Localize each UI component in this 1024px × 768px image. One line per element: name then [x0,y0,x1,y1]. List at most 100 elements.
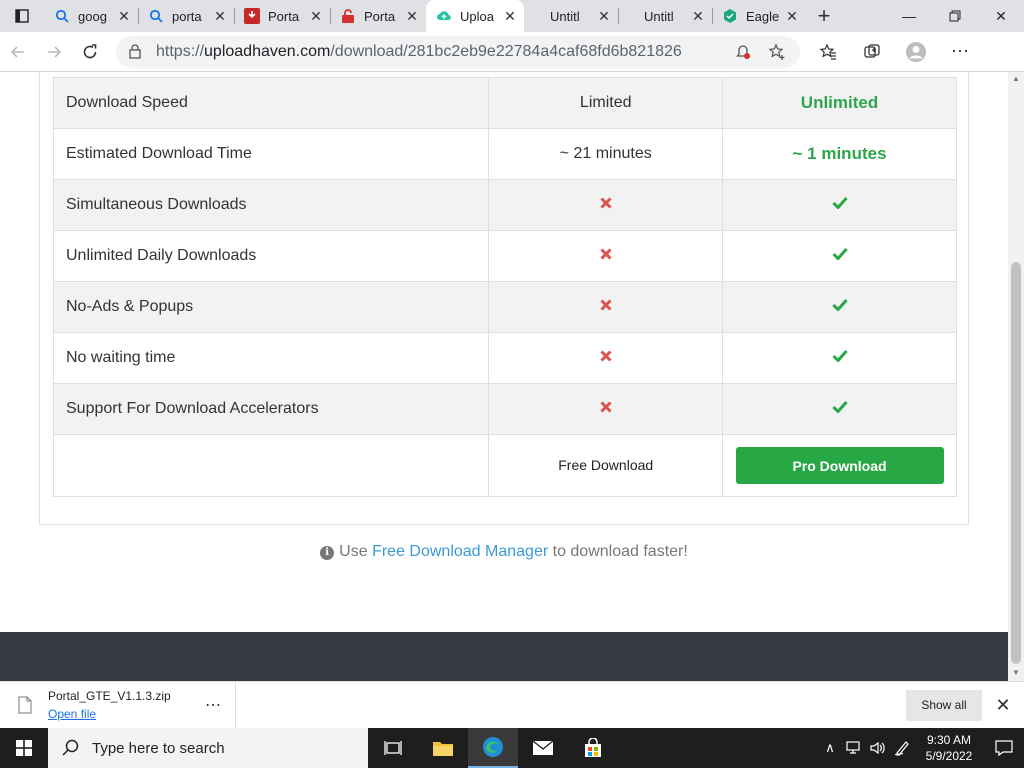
tab-close-icon[interactable]: ✕ [116,8,132,24]
close-shelf-icon[interactable]: ✕ [982,682,1024,729]
forward-button[interactable] [36,36,72,68]
new-tab-button[interactable]: + [806,0,842,32]
file-explorer-icon[interactable] [418,728,468,768]
store-icon[interactable] [568,728,618,768]
blank-icon [534,8,542,24]
tab-title: Eagle [746,8,780,24]
pen-workspace-icon[interactable] [890,740,914,756]
tab-title: Porta [364,8,396,24]
taskbar-search-box[interactable]: Type here to search [48,728,368,768]
windows-taskbar: Type here to search ∧ 9:30 AM 5/9/2022 [0,728,1024,768]
tab-close-icon[interactable]: ✕ [596,8,612,24]
minimize-button[interactable]: — [886,0,932,32]
show-all-button[interactable]: Show all [906,689,982,721]
browser-tab[interactable]: Untitl ✕ [618,0,712,32]
pro-cell [722,332,957,384]
fdm-link[interactable]: Free Download Manager [372,543,548,560]
empty-cell [52,434,490,497]
search-placeholder: Type here to search [92,739,225,757]
check-icon [831,298,848,311]
tab-close-icon[interactable]: ✕ [784,8,800,24]
url-text[interactable]: https://uploadhaven.com/download/281bc2e… [156,43,728,61]
page-scrollbar[interactable]: ▲ ▼ [1008,72,1024,681]
browser-tab[interactable]: porta ✕ [138,0,234,32]
search-icon [54,8,70,24]
search-icon [148,8,164,24]
info-icon: i [320,545,335,560]
add-favorite-icon[interactable] [762,38,792,66]
settings-more-icon[interactable]: ⋯ [938,36,982,68]
comparison-row: Estimated Download Time ~ 21 minutes ~ 1 m… [52,128,957,180]
tab-close-icon[interactable]: ✕ [212,8,228,24]
clock-date: 5/9/2022 [925,749,973,763]
pro-value: Unlimited [722,77,957,129]
tab-actions-button[interactable] [0,0,44,32]
download-actions-row: Free Download Pro Download [52,434,957,497]
free-download-button[interactable]: Free Download [558,457,653,473]
task-view-icon[interactable] [368,728,418,768]
cross-icon [600,197,612,209]
browser-tab[interactable]: Untitl ✕ [524,0,618,32]
browser-tab[interactable]: Uploa ✕ [426,0,524,32]
open-file-link[interactable]: Open file [48,707,198,721]
forward-arrow-icon [48,45,62,58]
free-cell [488,281,724,333]
favorites-icon[interactable] [806,36,850,68]
tab-close-icon[interactable]: ✕ [404,8,420,24]
back-button[interactable] [0,36,36,68]
browser-tab[interactable]: goog ✕ [44,0,138,32]
cross-icon [600,248,612,260]
comparison-row: No-Ads & Popups [52,281,957,333]
download-filename: Portal_GTE_V1.1.3.zip [48,689,171,703]
lock-icon[interactable] [126,44,144,59]
start-button[interactable] [0,728,48,768]
tab-title: goog [78,8,107,24]
tab-title: Untitl [644,8,674,24]
download-item[interactable]: Portal_GTE_V1.1.3.zip Open file ⋯ [0,681,236,729]
network-icon[interactable] [842,741,866,755]
windows-logo-icon [16,740,32,756]
download-more-icon[interactable]: ⋯ [198,695,228,715]
download-shelf: Portal_GTE_V1.1.3.zip Open file ⋯ Show a… [0,681,1024,729]
tab-close-icon[interactable]: ✕ [690,8,706,24]
tab-title: porta [172,8,202,24]
browser-tab[interactable]: Eagle ✕ [712,0,806,32]
comparison-row: Simultaneous Downloads [52,179,957,231]
scroll-down-icon[interactable]: ▼ [1012,668,1020,677]
comparison-row: No waiting time [52,332,957,384]
browser-tab[interactable]: Porta ✕ [234,0,330,32]
tab-close-icon[interactable]: ✕ [502,8,518,24]
lock-icon [340,8,356,24]
feature-label: Support For Download Accelerators [52,383,490,435]
restore-button[interactable] [932,0,978,32]
scrollbar-thumb[interactable] [1011,262,1021,664]
scroll-up-icon[interactable]: ▲ [1012,74,1020,83]
refresh-button[interactable] [72,36,108,68]
notification-blocked-icon[interactable] [728,38,758,66]
feature-label: No waiting time [52,332,490,384]
fdm-note: i Use Free Download Manager to download f… [0,543,1008,561]
check-icon [831,349,848,362]
feature-label: Simultaneous Downloads [52,179,490,231]
tab-title: Untitl [550,8,580,24]
address-bar[interactable]: https://uploadhaven.com/download/281bc2e… [116,35,800,68]
mail-icon[interactable] [518,728,568,768]
action-center-icon[interactable] [984,728,1024,768]
edge-browser-icon[interactable] [468,728,518,768]
collections-icon[interactable] [850,36,894,68]
taskbar-clock[interactable]: 9:30 AM 5/9/2022 [914,732,984,764]
free-value: Limited [488,77,724,129]
pro-download-button[interactable]: Pro Download [735,447,944,484]
tab-close-icon[interactable]: ✕ [308,8,324,24]
page-footer [0,632,1008,681]
volume-icon[interactable] [866,741,890,755]
uploadhaven-icon [436,8,452,24]
yelp-icon [244,8,260,24]
close-window-button[interactable]: ✕ [978,0,1024,32]
tray-chevron-up-icon[interactable]: ∧ [818,740,842,756]
profile-avatar-icon[interactable] [894,36,938,68]
browser-tab[interactable]: Porta ✕ [330,0,426,32]
free-value: ~ 21 minutes [488,128,724,180]
pro-cell [722,383,957,435]
comparison-row: Download Speed Limited Unlimited [52,77,957,129]
